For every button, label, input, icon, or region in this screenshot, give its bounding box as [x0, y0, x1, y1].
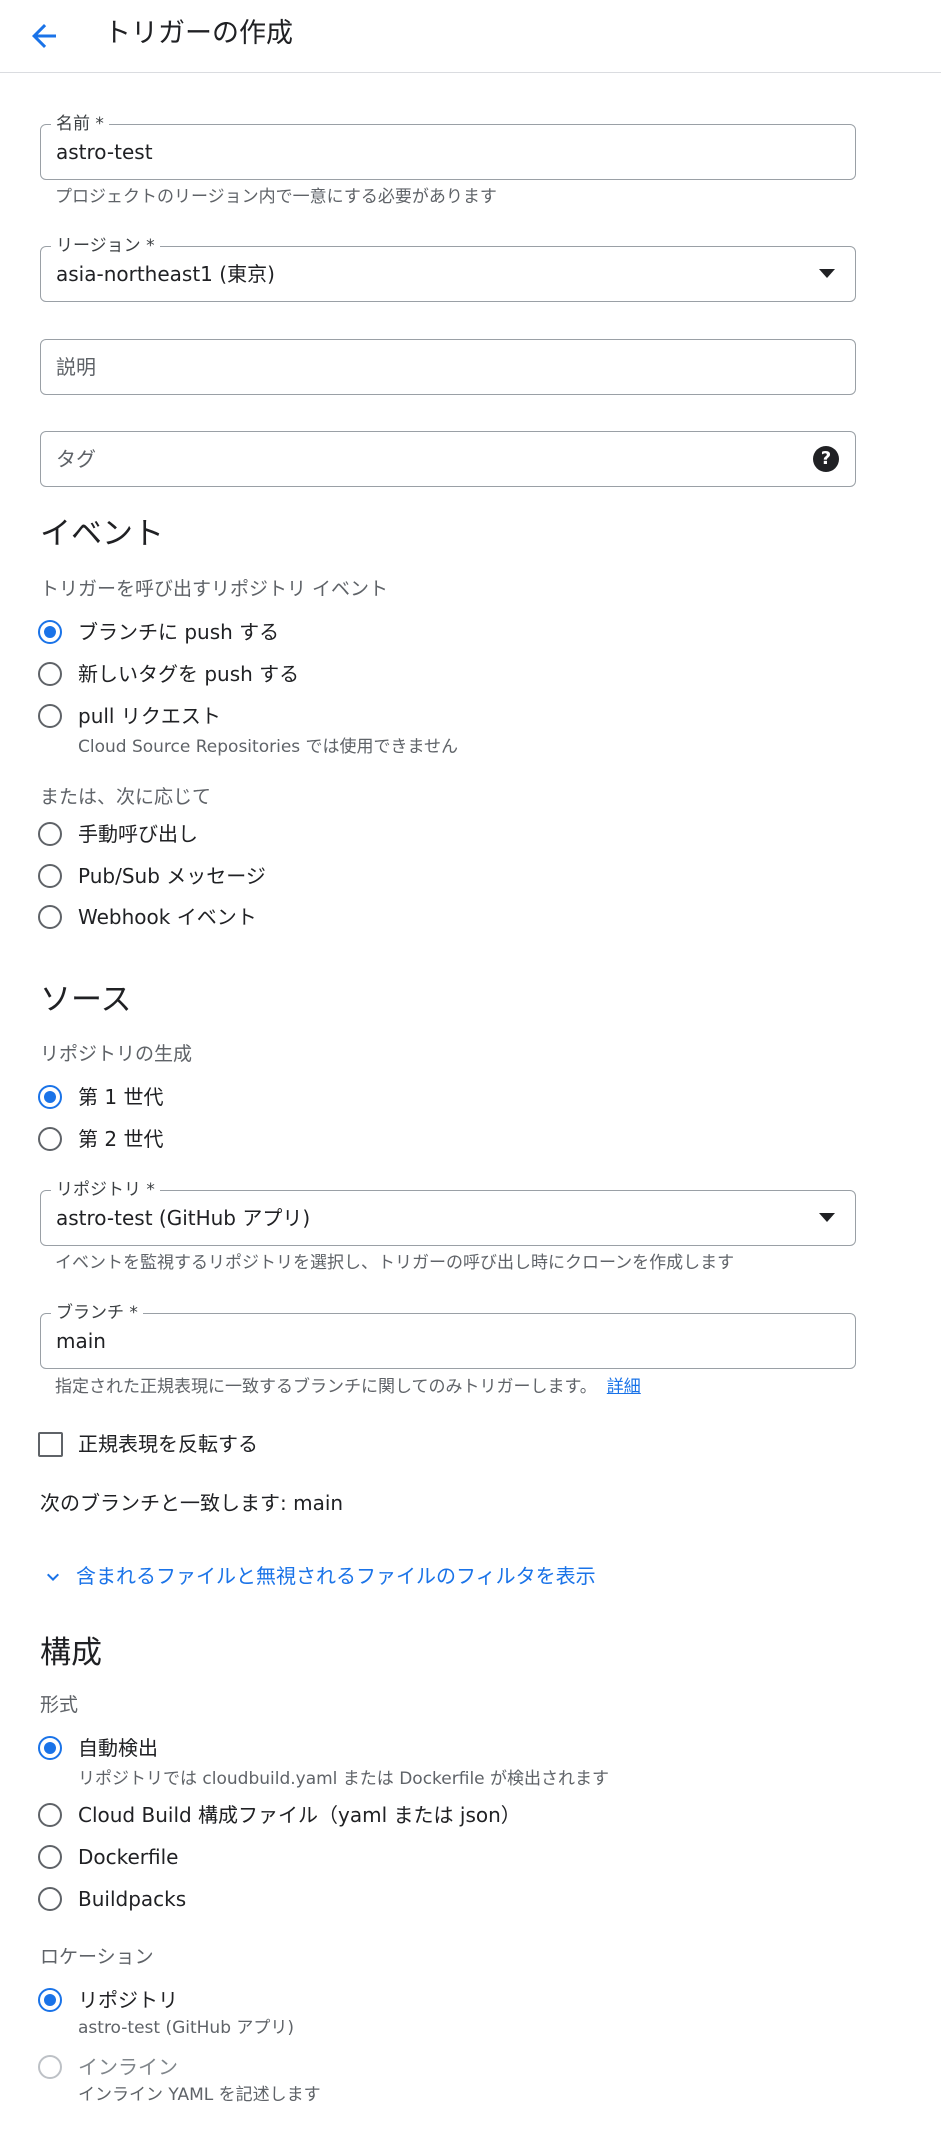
radio-checked-icon[interactable]	[38, 1988, 62, 2012]
checkbox-unchecked-icon[interactable]	[38, 1432, 63, 1457]
page-title: トリガーの作成	[104, 18, 293, 49]
event-option-label: Pub/Sub メッセージ	[78, 864, 266, 888]
event-option-label: ブランチに push する	[78, 620, 280, 644]
name-field-value[interactable]: astro-test	[56, 138, 153, 166]
config-section-title: 構成	[40, 1635, 102, 1671]
radio-disabled-icon	[38, 2055, 62, 2079]
event-option-label: pull リクエスト	[78, 704, 221, 728]
region-select-label: リージョン *	[51, 235, 160, 257]
radio-checked-icon[interactable]	[38, 1085, 62, 1109]
page-header: トリガーの作成	[0, 0, 941, 73]
radio-unchecked-icon[interactable]	[38, 1127, 62, 1151]
branch-hint: 指定された正規表現に一致するブランチに関してのみトリガーします。 詳細	[55, 1375, 641, 1399]
help-icon[interactable]: ?	[813, 446, 839, 472]
format-option-description: リポジトリでは cloudbuild.yaml または Dockerfile が…	[78, 1769, 610, 1789]
radio-checked-icon[interactable]	[38, 1736, 62, 1760]
branch-field-value[interactable]: main	[56, 1327, 106, 1355]
radio-unchecked-icon[interactable]	[38, 822, 62, 846]
event-option-label: Webhook イベント	[78, 905, 257, 929]
events-section-title: イベント	[40, 516, 164, 552]
branch-match-text: 次のブランチと一致します: main	[40, 1491, 344, 1515]
region-select[interactable]: リージョン * asia-northeast1 (東京)	[40, 235, 856, 302]
radio-unchecked-icon[interactable]	[38, 864, 62, 888]
details-link[interactable]: 詳細	[607, 1377, 641, 1397]
events-subtitle: トリガーを呼び出すリポジトリ イベント	[40, 578, 389, 600]
event-option-label: 手動呼び出し	[78, 822, 198, 846]
dropdown-arrow-icon[interactable]	[819, 1213, 835, 1222]
events-or-label: または、次に応じて	[40, 786, 212, 808]
radio-unchecked-icon[interactable]	[38, 662, 62, 686]
repository-hint: イベントを監視するリポジトリを選択し、トリガーの呼び出し時にクローンを作成します	[55, 1253, 735, 1273]
radio-checked-icon[interactable]	[38, 620, 62, 644]
source-section-title: ソース	[40, 982, 132, 1018]
format-option-label: 自動検出	[78, 1736, 158, 1760]
event-option-label: 新しいタグを push する	[78, 662, 300, 686]
generation-option-label: 第 2 世代	[78, 1127, 164, 1151]
chevron-down-icon	[40, 1565, 66, 1593]
name-hint: プロジェクトのリージョン内で一意にする必要があります	[55, 187, 497, 207]
repository-select[interactable]: リポジトリ * astro-test (GitHub アプリ)	[40, 1179, 856, 1246]
location-label: ロケーション	[40, 1946, 154, 1968]
tags-field[interactable]: タグ ?	[40, 431, 856, 487]
repository-select-label: リポジトリ *	[51, 1179, 160, 1201]
radio-unchecked-icon[interactable]	[38, 1887, 62, 1911]
location-option-label: リポジトリ	[78, 1988, 178, 2012]
format-option-label: Buildpacks	[78, 1887, 187, 1911]
generation-option-label: 第 1 世代	[78, 1085, 164, 1109]
back-arrow-icon[interactable]	[26, 18, 62, 54]
branch-hint-text: 指定された正規表現に一致するブランチに関してのみトリガーします。	[55, 1377, 597, 1397]
dropdown-arrow-icon[interactable]	[819, 269, 835, 278]
description-field[interactable]: 説明	[40, 339, 856, 395]
format-label: 形式	[40, 1694, 79, 1716]
radio-unchecked-icon[interactable]	[38, 1803, 62, 1827]
invert-regex-label: 正規表現を反転する	[78, 1432, 258, 1456]
radio-unchecked-icon[interactable]	[38, 905, 62, 929]
location-option-description: astro-test (GitHub アプリ)	[78, 2018, 295, 2038]
name-field[interactable]: 名前 * astro-test	[40, 113, 856, 180]
generation-label: リポジトリの生成	[40, 1043, 193, 1065]
format-option-label: Dockerfile	[78, 1845, 179, 1869]
event-option-description: Cloud Source Repositories では使用できません	[78, 737, 459, 757]
branch-field-label: ブランチ *	[51, 1302, 143, 1324]
tags-placeholder: タグ	[56, 447, 96, 471]
description-placeholder: 説明	[56, 355, 96, 379]
file-filter-link[interactable]: 含まれるファイルと無視されるファイルのフィルタを表示	[76, 1561, 596, 1591]
location-option-label: インライン	[78, 2055, 178, 2079]
radio-unchecked-icon[interactable]	[38, 1845, 62, 1869]
repository-select-value: astro-test (GitHub アプリ)	[56, 1206, 311, 1230]
branch-field[interactable]: ブランチ * main	[40, 1302, 856, 1369]
radio-unchecked-icon[interactable]	[38, 704, 62, 728]
region-select-value: asia-northeast1 (東京)	[56, 262, 275, 286]
name-field-label: 名前 *	[51, 113, 109, 135]
format-option-label: Cloud Build 構成ファイル（yaml または json）	[78, 1803, 521, 1827]
location-option-description: インライン YAML を記述します	[78, 2085, 321, 2105]
